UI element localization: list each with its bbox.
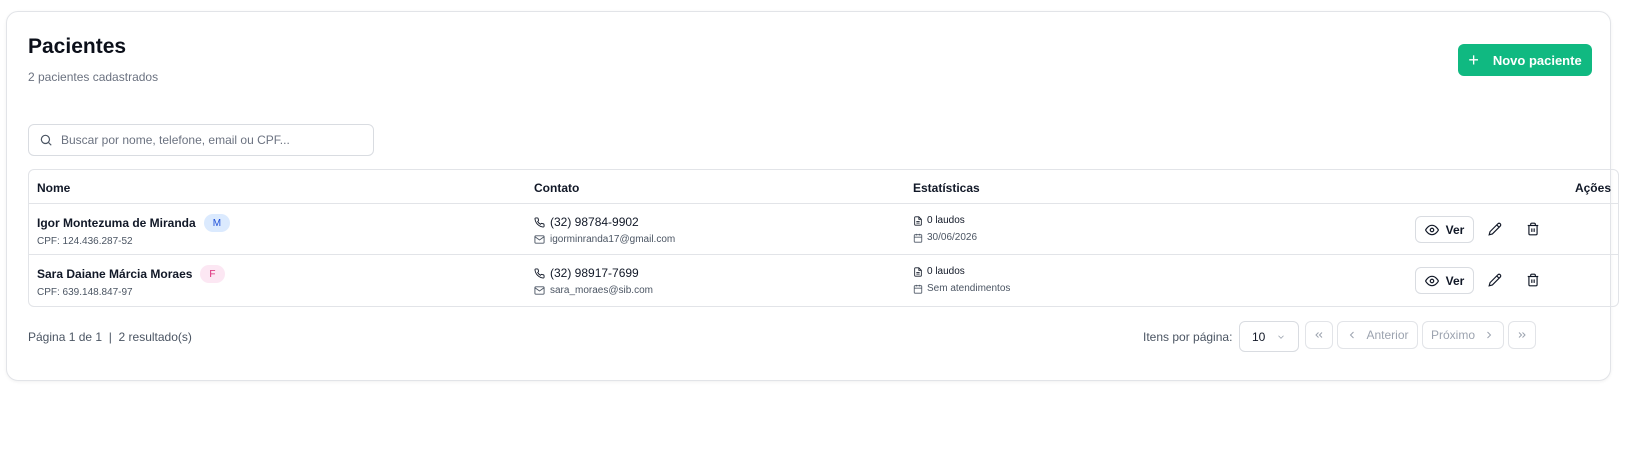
delete-button[interactable] [1522,269,1544,291]
table-row: Igor Montezuma de Miranda M CPF: 124.436… [29,204,1618,255]
patient-last-visit: Sem atendimentos [927,283,1011,294]
patient-cpf: CPF: 639.148.847-97 [37,287,133,298]
patient-email: sara_moraes@sib.com [550,285,653,296]
phone-icon [534,216,545,228]
per-page-label: Itens por página: [1143,330,1233,344]
plus-icon: + [1468,50,1479,70]
patient-phone: (32) 98784-9902 [550,215,639,229]
next-page-button[interactable]: Próximo [1422,321,1504,349]
column-header-name: Nome [37,181,71,195]
mail-icon [534,234,545,245]
mail-icon [534,285,545,296]
pencil-icon [1488,273,1502,287]
chevron-right-icon [1483,329,1495,341]
trash-icon [1526,222,1540,236]
page-subtitle: 2 pacientes cadastrados [28,70,159,84]
table-header: Nome Contato Estatísticas Ações [29,170,1618,204]
patient-last-visit: 30/06/2026 [927,232,978,243]
table-row: Sara Daiane Márcia Moraes F CPF: 639.148… [29,255,1618,306]
previous-page-button[interactable]: Anterior [1337,321,1418,349]
chevron-left-icon [1346,329,1358,341]
per-page-select[interactable]: 10 [1239,321,1299,352]
document-icon [913,266,923,277]
column-header-contact: Contato [534,181,580,195]
pagination-info: Página 1 de 1 | 2 resultado(s) [28,330,192,344]
previous-label: Anterior [1366,328,1409,342]
new-patient-label: Novo paciente [1492,52,1582,68]
patient-laudos: 0 laudos [927,266,965,277]
new-patient-button[interactable]: + Novo paciente [1458,44,1592,76]
next-label: Próximo [1430,328,1475,342]
page-title: Pacientes [28,35,127,58]
patient-cpf: CPF: 124.436.287-52 [37,236,133,247]
patient-name: Igor Montezuma de Miranda [37,216,196,230]
phone-icon [534,267,545,279]
chevrons-right-icon [1516,329,1528,341]
view-label: Ver [1445,222,1465,237]
patient-email: igorminranda17@gmail.com [550,234,676,245]
chevron-down-icon [1276,332,1286,342]
view-button[interactable]: Ver [1415,267,1474,294]
delete-button[interactable] [1522,218,1544,240]
calendar-icon [913,284,923,294]
patient-phone: (32) 98917-7699 [550,266,639,280]
patients-card: Pacientes 2 pacientes cadastrados + Novo… [6,11,1619,381]
patients-table: Nome Contato Estatísticas Ações Igor Mon… [28,169,1619,307]
pencil-icon [1488,222,1502,236]
last-page-button[interactable] [1508,321,1536,349]
patient-name: Sara Daiane Márcia Moraes [37,267,193,281]
view-label: Ver [1445,273,1465,288]
chevrons-left-icon [1313,329,1325,341]
gender-badge: F [200,265,225,283]
first-page-button[interactable] [1305,321,1333,349]
eye-icon [1424,223,1439,237]
document-icon [913,215,923,226]
patient-laudos: 0 laudos [927,215,965,226]
gender-badge: M [203,214,231,232]
edit-button[interactable] [1484,218,1506,240]
search-icon [39,133,53,147]
search-box[interactable] [28,124,374,156]
eye-icon [1424,274,1439,288]
per-page-value: 10 [1252,329,1266,344]
edit-button[interactable] [1484,269,1506,291]
calendar-icon [913,233,923,243]
view-button[interactable]: Ver [1415,216,1474,243]
column-header-stats: Estatísticas [913,181,980,195]
column-header-actions: Ações [1574,181,1611,195]
trash-icon [1526,273,1540,287]
search-input[interactable] [61,133,373,147]
